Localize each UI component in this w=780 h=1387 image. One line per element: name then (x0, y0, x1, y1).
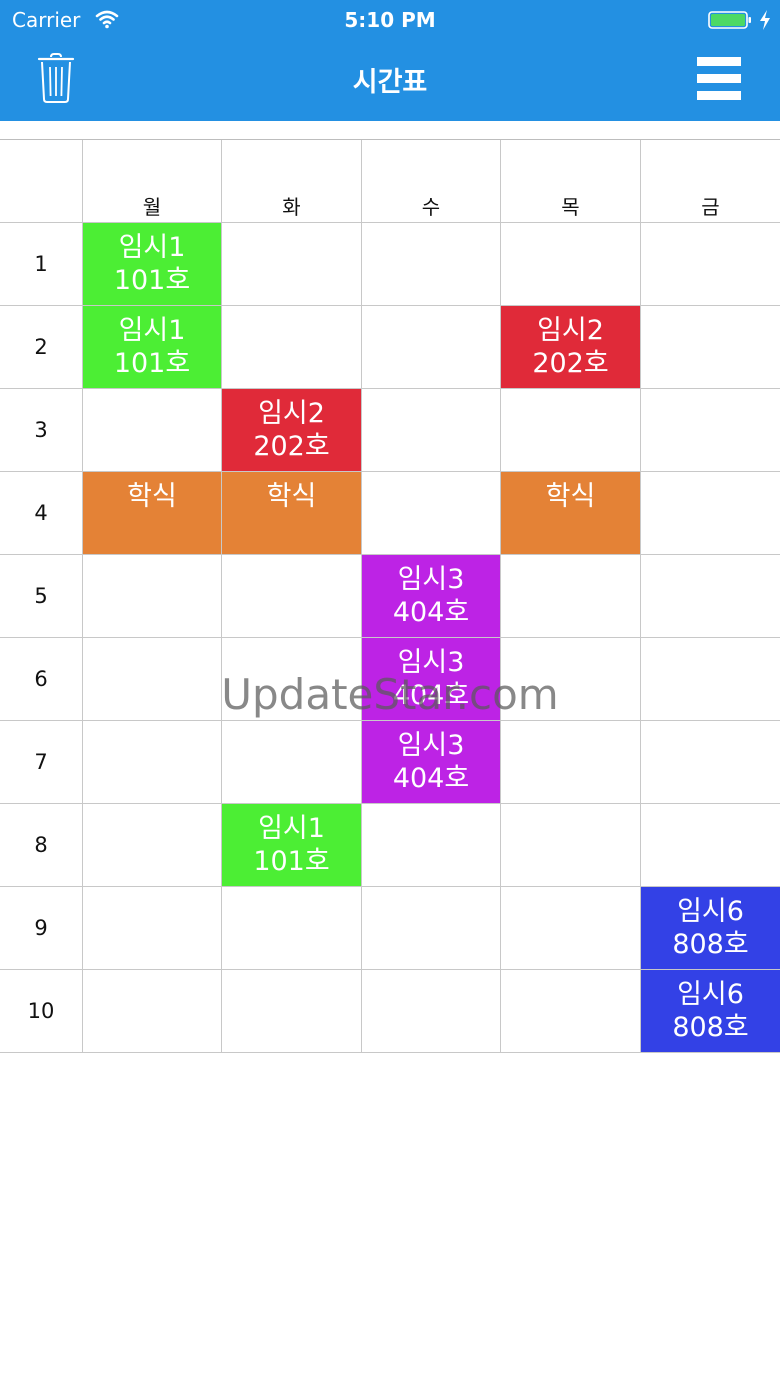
class-room: 101호 (113, 265, 191, 296)
charging-bolt-icon (760, 10, 770, 30)
day-header: 목 (501, 140, 641, 223)
day-header: 월 (83, 140, 222, 223)
battery-icon (708, 11, 751, 29)
empty-slot[interactable] (501, 638, 641, 721)
period-label: 6 (0, 638, 83, 721)
period-label: 4 (0, 472, 83, 555)
class-cell[interactable]: 임시2 202호 (501, 306, 641, 389)
empty-slot[interactable] (362, 223, 501, 306)
grid-corner (0, 140, 83, 223)
class-room: 404호 (392, 680, 470, 711)
class-cell[interactable]: 임시6 808호 (641, 970, 780, 1053)
empty-slot[interactable] (501, 721, 641, 804)
empty-slot[interactable] (362, 389, 501, 472)
class-room: 404호 (392, 763, 470, 794)
class-cell[interactable]: 임시1 101호 (222, 804, 362, 887)
period-label: 1 (0, 223, 83, 306)
status-bar: Carrier 5:10 PM (0, 0, 780, 40)
empty-slot[interactable] (501, 223, 641, 306)
class-subject: 임시3 (397, 564, 465, 595)
period-label: 2 (0, 306, 83, 389)
empty-slot[interactable] (222, 887, 362, 970)
period-label: 8 (0, 804, 83, 887)
day-header: 금 (641, 140, 780, 223)
class-cell[interactable]: 임시3 404호 (362, 638, 501, 721)
empty-slot[interactable] (222, 721, 362, 804)
class-cell[interactable]: 학식 (83, 472, 222, 555)
empty-slot[interactable] (362, 306, 501, 389)
empty-slot[interactable] (83, 804, 222, 887)
class-subject: 임시3 (397, 647, 465, 678)
empty-slot[interactable] (83, 389, 222, 472)
empty-slot[interactable] (362, 970, 501, 1053)
class-cell[interactable]: 임시1 101호 (83, 306, 222, 389)
empty-slot[interactable] (641, 638, 780, 721)
period-label: 3 (0, 389, 83, 472)
class-subject: 임시3 (397, 730, 465, 761)
empty-slot[interactable] (501, 887, 641, 970)
day-header: 수 (362, 140, 501, 223)
class-room: 202호 (253, 431, 330, 462)
class-subject: 임시1 (118, 232, 186, 263)
class-subject: 임시1 (258, 813, 325, 844)
empty-slot[interactable] (222, 970, 362, 1053)
empty-slot[interactable] (641, 472, 780, 555)
class-subject: 임시6 (677, 896, 744, 927)
class-subject: 임시1 (118, 315, 186, 346)
empty-slot[interactable] (222, 306, 362, 389)
empty-slot[interactable] (222, 555, 362, 638)
empty-slot[interactable] (222, 223, 362, 306)
class-subject: 임시6 (677, 979, 744, 1010)
class-cell[interactable]: 임시6 808호 (641, 887, 780, 970)
hamburger-menu-icon[interactable] (696, 56, 742, 102)
empty-slot[interactable] (641, 721, 780, 804)
period-label: 9 (0, 887, 83, 970)
class-cell[interactable]: 학식 (501, 472, 641, 555)
period-label: 5 (0, 555, 83, 638)
page-title: 시간표 (352, 67, 428, 98)
period-label: 10 (0, 970, 83, 1053)
empty-slot[interactable] (362, 804, 501, 887)
clock: 5:10 PM (344, 8, 436, 32)
empty-slot[interactable] (501, 804, 641, 887)
empty-slot[interactable] (83, 721, 222, 804)
empty-slot[interactable] (362, 472, 501, 555)
period-label: 7 (0, 721, 83, 804)
class-cell[interactable]: 임시1 101호 (83, 223, 222, 306)
timetable-grid: 월 화 수 목 금 1 임시1 101호 2 임시1 101호 임시2 202호 3 임시2 202호 4 학식 학… (0, 140, 780, 1053)
empty-slot[interactable] (83, 555, 222, 638)
empty-slot[interactable] (641, 389, 780, 472)
nav-bar: 시간표 (0, 40, 780, 121)
class-cell[interactable]: 임시2 202호 (222, 389, 362, 472)
empty-slot[interactable] (501, 555, 641, 638)
empty-slot[interactable] (83, 970, 222, 1053)
class-subject: 학식 (545, 481, 596, 512)
class-subject: 임시2 (258, 398, 325, 429)
empty-slot[interactable] (83, 638, 222, 721)
class-room: 808호 (672, 1012, 749, 1043)
empty-slot[interactable] (641, 306, 780, 389)
class-subject: 학식 (127, 481, 177, 512)
class-room: 404호 (392, 597, 470, 628)
empty-slot[interactable] (501, 970, 641, 1053)
class-cell[interactable]: 임시3 404호 (362, 555, 501, 638)
class-room: 101호 (253, 846, 330, 877)
empty-slot[interactable] (641, 223, 780, 306)
class-subject: 임시2 (537, 315, 604, 346)
class-room: 101호 (113, 348, 191, 379)
empty-slot[interactable] (641, 555, 780, 638)
empty-slot[interactable] (501, 389, 641, 472)
class-room: 808호 (672, 929, 749, 960)
empty-slot[interactable] (641, 804, 780, 887)
empty-slot[interactable] (222, 638, 362, 721)
day-header: 화 (222, 140, 362, 223)
empty-slot[interactable] (83, 887, 222, 970)
empty-slot[interactable] (362, 887, 501, 970)
class-cell[interactable]: 임시3 404호 (362, 721, 501, 804)
class-subject: 학식 (266, 481, 317, 512)
class-cell[interactable]: 학식 (222, 472, 362, 555)
class-room: 202호 (532, 348, 609, 379)
